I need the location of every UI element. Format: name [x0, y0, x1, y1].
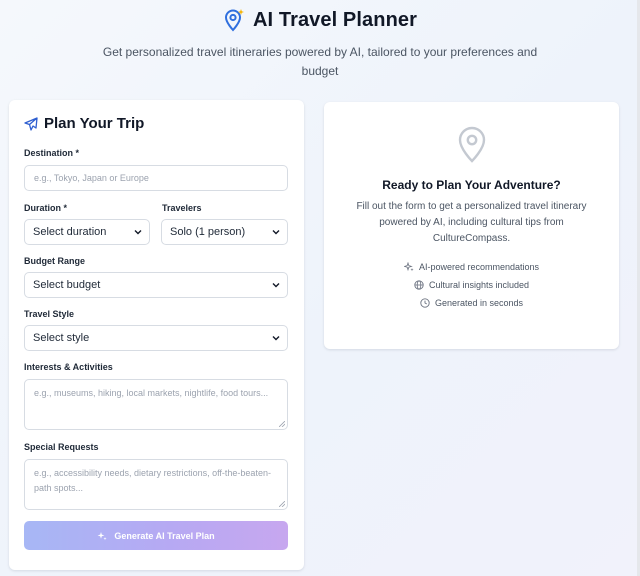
- sparkles-icon: [97, 531, 107, 540]
- style-select-value: Select style: [33, 332, 90, 344]
- feature-text: Cultural insights included: [428, 280, 530, 290]
- page-title: AI Travel Planner: [253, 8, 417, 31]
- travelers-select-value: Solo (1 person): [170, 226, 246, 238]
- form-title: Plan Your Trip: [44, 115, 145, 132]
- resize-handle-icon[interactable]: [279, 501, 285, 507]
- clock-icon: [420, 298, 430, 308]
- travelers-select[interactable]: Solo (1 person): [161, 219, 288, 245]
- generate-plan-button[interactable]: Generate AI Travel Plan: [24, 521, 288, 550]
- chevron-down-icon: [272, 283, 280, 288]
- form-heading: Plan Your Trip: [24, 115, 144, 132]
- destination-label: Destination *: [24, 148, 80, 158]
- destination-input[interactable]: e.g., Tokyo, Japan or Europe: [24, 165, 288, 191]
- trip-form-card: Plan Your Trip Destination * e.g., Tokyo…: [9, 100, 304, 570]
- plane-icon: [24, 116, 38, 131]
- feature-item: Generated in seconds: [324, 298, 619, 308]
- sparkles-icon: [403, 262, 414, 272]
- page-subtitle: Get personalized travel itineraries powe…: [102, 45, 538, 78]
- interests-placeholder: e.g., museums, hiking, local markets, ni…: [34, 388, 269, 398]
- travelers-label: Travelers: [162, 203, 202, 213]
- title-row: AI Travel Planner: [0, 8, 640, 32]
- special-requests-placeholder: e.g., accessibility needs, dietary restr…: [34, 468, 271, 493]
- budget-select[interactable]: Select budget: [24, 272, 288, 298]
- map-pin-icon: [458, 126, 486, 163]
- globe-icon: [414, 280, 424, 290]
- feature-text: Generated in seconds: [434, 298, 524, 308]
- duration-select-value: Select duration: [33, 226, 107, 238]
- duration-select[interactable]: Select duration: [24, 219, 150, 245]
- ready-title: Ready to Plan Your Adventure?: [382, 178, 561, 192]
- special-requests-textarea[interactable]: e.g., accessibility needs, dietary restr…: [24, 459, 288, 510]
- ready-description: Fill out the form to get a personalized …: [356, 201, 587, 244]
- budget-select-value: Select budget: [33, 279, 101, 291]
- ready-panel: Ready to Plan Your Adventure? Fill out t…: [324, 102, 619, 349]
- interests-textarea[interactable]: e.g., museums, hiking, local markets, ni…: [24, 379, 288, 430]
- generate-plan-label: Generate AI Travel Plan: [114, 530, 215, 541]
- style-select[interactable]: Select style: [24, 325, 288, 351]
- chevron-down-icon: [272, 336, 280, 341]
- budget-label: Budget Range: [24, 256, 86, 266]
- feature-item: AI-powered recommendations: [324, 262, 619, 272]
- duration-label: Duration *: [24, 203, 68, 213]
- interests-label: Interests & Activities: [24, 362, 113, 372]
- feature-item: Cultural insights included: [324, 280, 619, 290]
- chevron-down-icon: [134, 230, 142, 235]
- chevron-down-icon: [272, 230, 280, 235]
- feature-text: AI-powered recommendations: [418, 262, 540, 272]
- style-label: Travel Style: [24, 309, 75, 319]
- resize-handle-icon[interactable]: [279, 421, 285, 427]
- map-pin-sparkle-icon: [224, 9, 244, 32]
- special-requests-label: Special Requests: [24, 442, 99, 452]
